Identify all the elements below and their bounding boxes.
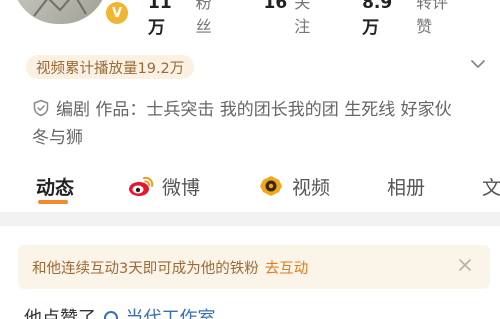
tab-weibo-label: 微博 bbox=[162, 176, 201, 199]
stat-following-label: 关注 bbox=[294, 0, 311, 36]
weibo-icon bbox=[129, 176, 154, 196]
tab-video-label: 视频 bbox=[292, 176, 331, 199]
banner-message: 和他连续互动3天即可成为他的铁粉 bbox=[32, 260, 259, 277]
profile-stats: 11万 粉丝 16 关注 8.9万 转评赞 bbox=[148, 0, 500, 38]
verified-badge: V bbox=[104, 0, 130, 26]
feed-item-prefix: 他点赞了 bbox=[24, 308, 96, 319]
avatar-drawing bbox=[33, 0, 87, 17]
profile-info: 编剧 作品：士兵突击 我的团长我的团 生死线 好家伙 冬与狮 bbox=[32, 96, 472, 152]
feed-item-preview[interactable]: 他点赞了 当代工作室 bbox=[24, 304, 215, 319]
profile-info-text: 编剧 作品：士兵突击 我的团长我的团 生死线 好家伙 冬与狮 bbox=[32, 100, 452, 148]
avatar[interactable] bbox=[12, 0, 108, 24]
tab-weibo[interactable]: 微博 bbox=[128, 168, 200, 204]
tab-album[interactable]: 相册 bbox=[387, 168, 425, 204]
verified-badge-label: V bbox=[106, 2, 128, 24]
fan-interaction-banner: 和他连续互动3天即可成为他的铁粉 去互动 bbox=[18, 245, 490, 289]
banner-action-link[interactable]: 去互动 bbox=[265, 257, 309, 278]
section-divider bbox=[0, 212, 500, 226]
tab-album-label: 相册 bbox=[387, 176, 426, 199]
stat-engagement-count: 8.9万 bbox=[362, 0, 393, 38]
stat-followers-label: 粉丝 bbox=[195, 0, 212, 36]
tab-video[interactable]: 视频 bbox=[258, 168, 330, 204]
shield-icon bbox=[33, 99, 49, 117]
video-icon bbox=[260, 176, 282, 196]
active-tab-indicator bbox=[38, 200, 68, 204]
tab-articles[interactable]: 文 bbox=[482, 168, 500, 204]
link-icon bbox=[103, 311, 118, 319]
tab-feed-label: 动态 bbox=[36, 176, 75, 199]
close-icon[interactable] bbox=[458, 258, 472, 272]
stat-following-count: 16 bbox=[263, 0, 288, 13]
play-count-text: 视频累计播放量19.2万 bbox=[36, 60, 185, 77]
chevron-down-icon[interactable] bbox=[470, 56, 486, 72]
stat-engagement[interactable]: 8.9万 转评赞 bbox=[362, 0, 464, 38]
tab-feed[interactable]: 动态 bbox=[36, 168, 74, 204]
stat-followers[interactable]: 11万 粉丝 bbox=[148, 0, 228, 38]
avatar-area[interactable]: V bbox=[12, 0, 130, 26]
feed-item-link[interactable]: 当代工作室 bbox=[125, 308, 215, 319]
profile-tabs: 动态 微博 视频 相册 文 bbox=[0, 168, 500, 204]
play-count-pill: 视频累计播放量19.2万 bbox=[26, 55, 195, 79]
stat-followers-count: 11万 bbox=[148, 0, 172, 38]
tab-articles-label: 文 bbox=[482, 176, 500, 199]
stat-following[interactable]: 16 关注 bbox=[264, 0, 327, 37]
stat-engagement-label: 转评赞 bbox=[416, 0, 449, 36]
